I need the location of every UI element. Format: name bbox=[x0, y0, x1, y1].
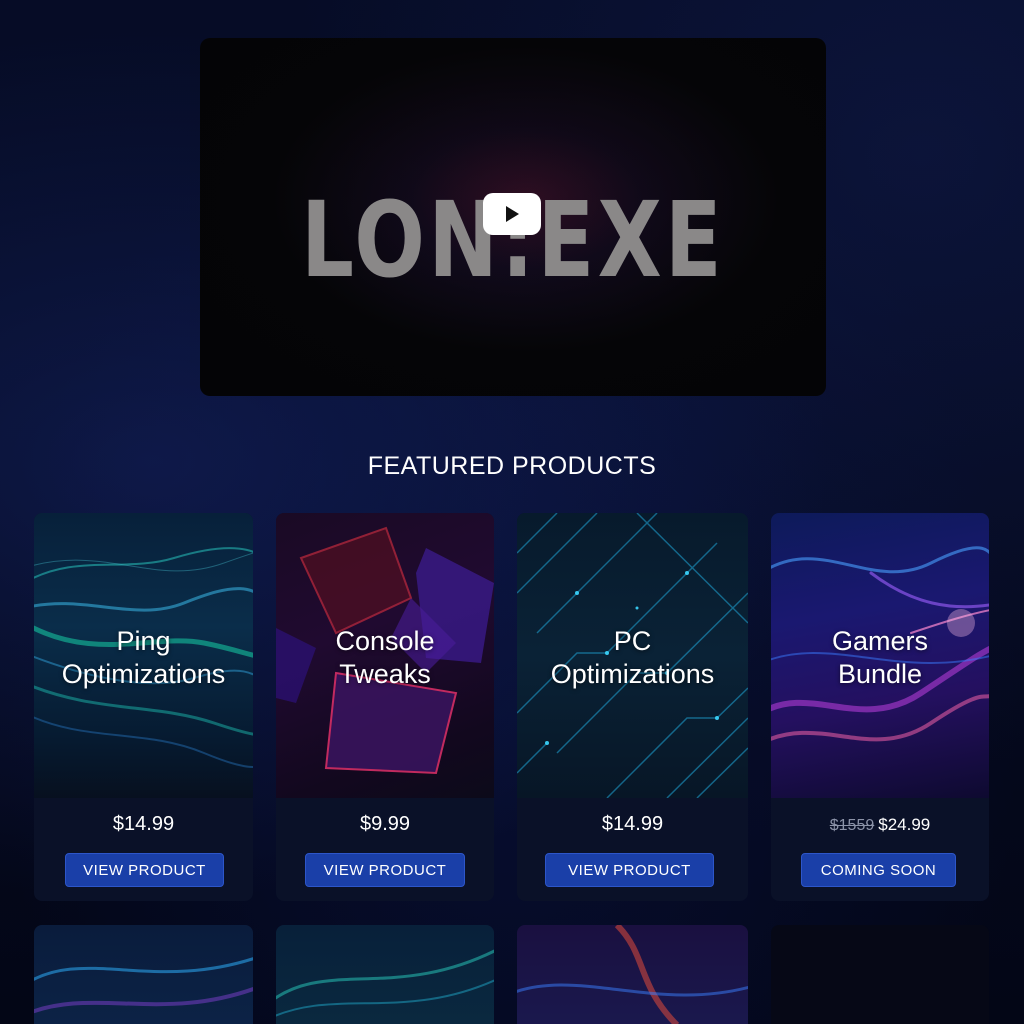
view-product-button[interactable]: VIEW PRODUCT bbox=[545, 853, 714, 887]
product-name: PC Optimizations bbox=[550, 626, 715, 689]
product-card-row2-1 bbox=[34, 925, 253, 1024]
product-price: $14.99 bbox=[112, 813, 175, 835]
product-price: $1559 $24.99 bbox=[771, 813, 989, 836]
view-product-button[interactable]: VIEW PRODUCT bbox=[305, 853, 465, 887]
store-page: LON:EXE FEATURED PRODUCTS Ping Optimizat… bbox=[0, 0, 1024, 1024]
product-card-gamers-bundle: Gamers Bundle $1559 $24.99 COMING SOON bbox=[771, 513, 989, 901]
featured-products-heading: FEATURED PRODUCTS bbox=[367, 452, 657, 480]
sale-price: $24.99 bbox=[878, 815, 931, 834]
product-price: $14.99 bbox=[601, 813, 664, 835]
product-name: Console Tweaks bbox=[335, 626, 435, 689]
product-card-row2-3 bbox=[517, 925, 748, 1024]
view-product-button[interactable]: VIEW PRODUCT bbox=[65, 853, 224, 887]
product-image bbox=[517, 925, 748, 1024]
product-card-pc: PC Optimizations $14.99 VIEW PRODUCT bbox=[517, 513, 748, 901]
product-image bbox=[34, 956, 253, 1014]
video-embed[interactable]: LON:EXE bbox=[200, 38, 826, 396]
play-icon bbox=[506, 206, 519, 222]
original-price: $1559 bbox=[829, 817, 875, 834]
product-image bbox=[276, 949, 494, 1017]
product-card-console: Console Tweaks $9.99 VIEW PRODUCT bbox=[276, 513, 494, 901]
coming-soon-button[interactable]: COMING SOON bbox=[801, 853, 956, 887]
play-button[interactable] bbox=[483, 193, 541, 235]
product-name: Gamers Bundle bbox=[831, 626, 929, 689]
product-card-row2-2 bbox=[276, 925, 494, 1024]
product-card-ping: Ping Optimizations $14.99 VIEW PRODUCT bbox=[34, 513, 253, 901]
product-price: $9.99 bbox=[359, 813, 411, 835]
product-card-row2-4 bbox=[771, 925, 989, 1024]
product-name: Ping Optimizations bbox=[61, 626, 226, 689]
